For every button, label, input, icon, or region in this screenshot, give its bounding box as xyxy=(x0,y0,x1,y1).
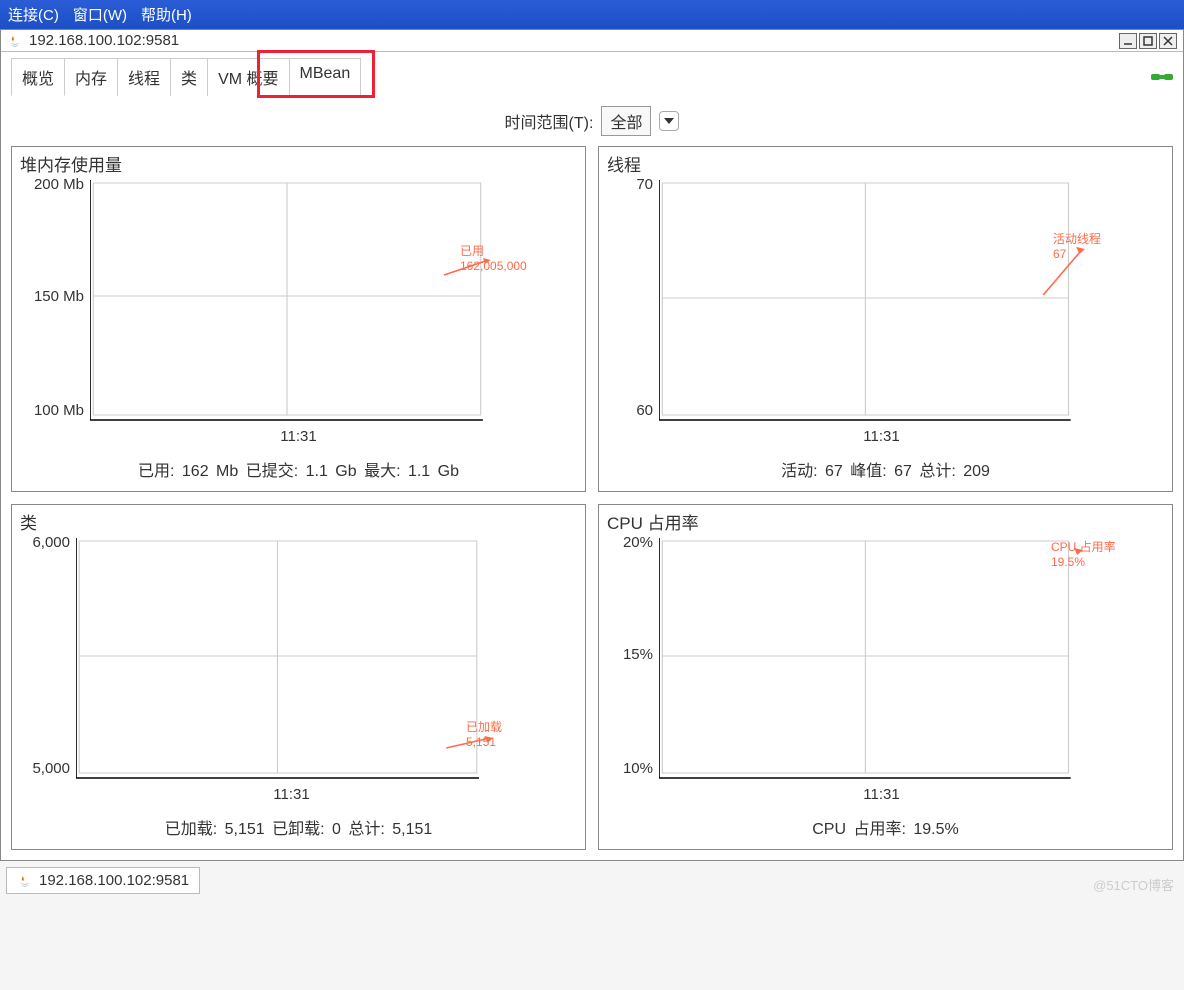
series-value: 67 xyxy=(1053,247,1101,261)
window-title: 192.168.100.102:9581 xyxy=(29,32,1119,49)
plot-area[interactable]: 已用 162,005,000 11:31 xyxy=(90,180,577,445)
taskbar-tab-label: 192.168.100.102:9581 xyxy=(39,872,189,889)
menu-connect[interactable]: 连接(C) xyxy=(8,4,59,25)
chart-classes: 类 6,000 5,000 xyxy=(11,504,586,850)
time-range-label: 时间范围(T): xyxy=(505,109,594,133)
menu-help[interactable]: 帮助(H) xyxy=(141,4,192,25)
series-annotation: 活动线程 67 xyxy=(1053,230,1101,261)
tab-overview[interactable]: 概览 xyxy=(11,58,65,96)
taskbar-tab[interactable]: 192.168.100.102:9581 xyxy=(6,867,200,894)
y-tick: 5,000 xyxy=(32,760,70,777)
minimize-button[interactable] xyxy=(1119,33,1137,49)
chart-title: CPU 占用率 xyxy=(599,505,1172,534)
x-tick: 11:31 xyxy=(6,784,577,803)
y-tick: 100 Mb xyxy=(34,402,84,419)
y-axis: 70 60 xyxy=(607,180,659,445)
y-tick: 6,000 xyxy=(32,534,70,551)
tab-mbean[interactable]: MBean xyxy=(289,58,362,96)
time-range-row: 时间范围(T): 全部 xyxy=(11,96,1173,146)
tab-vm-summary[interactable]: VM 概要 xyxy=(207,58,289,96)
internal-window: 192.168.100.102:9581 概览 内存 线程 类 VM 概要 MB… xyxy=(0,29,1184,861)
plot-area[interactable]: 已加载 5,151 11:31 xyxy=(76,538,577,803)
connection-status-icon xyxy=(1151,68,1173,86)
x-tick: 11:31 xyxy=(599,426,1164,445)
y-tick: 200 Mb xyxy=(34,176,84,193)
y-axis: 20% 15% 10% xyxy=(607,538,659,803)
series-name: 已加载 xyxy=(466,718,502,735)
plot-area[interactable]: 活动线程 67 11:31 xyxy=(659,180,1164,445)
y-tick: 15% xyxy=(623,646,653,663)
y-tick: 70 xyxy=(636,176,653,193)
x-tick: 11:31 xyxy=(599,784,1164,803)
chart-footer: 已加载: 5,151 已卸载: 0 总计: 5,151 xyxy=(12,807,585,849)
tabs-row: 概览 内存 线程 类 VM 概要 MBean xyxy=(11,58,1173,96)
content-area: 概览 内存 线程 类 VM 概要 MBean 时间范围(T): 全部 xyxy=(1,52,1183,860)
series-name: CPU 占用率 xyxy=(1051,538,1116,555)
menubar: 连接(C) 窗口(W) 帮助(H) xyxy=(0,0,1184,29)
y-axis: 6,000 5,000 xyxy=(20,538,76,803)
tab-classes[interactable]: 类 xyxy=(170,58,208,96)
watermark: @51CTO博客 xyxy=(1093,875,1174,894)
java-icon xyxy=(7,33,23,49)
chart-title: 线程 xyxy=(599,147,1172,176)
y-tick: 150 Mb xyxy=(34,288,84,305)
chart-footer: CPU 占用率: 19.5% xyxy=(599,807,1172,849)
window-controls xyxy=(1119,33,1177,49)
series-annotation: CPU 占用率 19.5% xyxy=(1051,538,1116,569)
y-tick: 10% xyxy=(623,760,653,777)
chart-footer: 已用: 162 Mb 已提交: 1.1 Gb 最大: 1.1 Gb xyxy=(12,449,585,491)
tab-threads[interactable]: 线程 xyxy=(117,58,171,96)
maximize-button[interactable] xyxy=(1139,33,1157,49)
chart-cpu: CPU 占用率 20% 15% 10% xyxy=(598,504,1173,850)
y-tick: 60 xyxy=(636,402,653,419)
series-value: 162,005,000 xyxy=(460,259,527,273)
series-annotation: 已加载 5,151 xyxy=(466,718,502,749)
series-value: 19.5% xyxy=(1051,555,1116,569)
time-range-value: 全部 xyxy=(610,109,642,133)
charts-grid: 堆内存使用量 200 Mb 150 Mb 100 Mb xyxy=(11,146,1173,850)
y-tick: 20% xyxy=(623,534,653,551)
close-button[interactable] xyxy=(1159,33,1177,49)
plot-area[interactable]: CPU 占用率 19.5% 11:31 xyxy=(659,538,1164,803)
series-name: 已用 xyxy=(460,242,527,259)
chart-title: 类 xyxy=(12,505,585,534)
series-value: 5,151 xyxy=(466,735,502,749)
chart-title: 堆内存使用量 xyxy=(12,147,585,176)
series-annotation: 已用 162,005,000 xyxy=(460,242,527,273)
tabs: 概览 内存 线程 类 VM 概要 MBean xyxy=(11,58,360,96)
y-axis: 200 Mb 150 Mb 100 Mb xyxy=(20,180,90,445)
chart-footer: 活动: 67 峰值: 67 总计: 209 xyxy=(599,449,1172,491)
chart-threads: 线程 70 60 xyxy=(598,146,1173,492)
java-icon xyxy=(17,873,33,889)
time-range-select[interactable]: 全部 xyxy=(601,106,651,136)
menu-window[interactable]: 窗口(W) xyxy=(73,4,127,25)
series-name: 活动线程 xyxy=(1053,230,1101,247)
x-tick: 11:31 xyxy=(20,426,577,445)
tab-memory[interactable]: 内存 xyxy=(64,58,118,96)
time-range-dropdown-arrow[interactable] xyxy=(659,111,679,131)
titlebar: 192.168.100.102:9581 xyxy=(1,30,1183,52)
chart-heap-memory: 堆内存使用量 200 Mb 150 Mb 100 Mb xyxy=(11,146,586,492)
